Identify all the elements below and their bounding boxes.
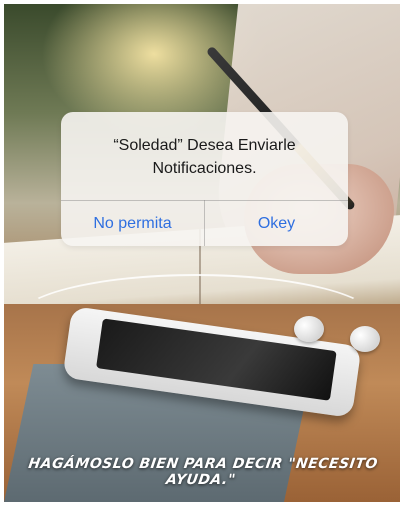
background-photo: HAGÁMOSLO BIEN PARA DECIR "NECESITO AYUD… [4, 4, 400, 502]
allow-button[interactable]: Okey [205, 201, 348, 246]
earbud-right-image [350, 326, 380, 352]
earbud-left-image [294, 316, 324, 342]
alert-title: “Soledad” Desea Enviarle Notificaciones. [113, 137, 296, 177]
notification-permission-alert: “Soledad” Desea Enviarle Notificaciones.… [61, 112, 348, 246]
caption-text: HAGÁMOSLO BIEN PARA DECIR "NECESITO AYUD… [27, 456, 379, 488]
deny-button[interactable]: No permita [61, 201, 204, 246]
